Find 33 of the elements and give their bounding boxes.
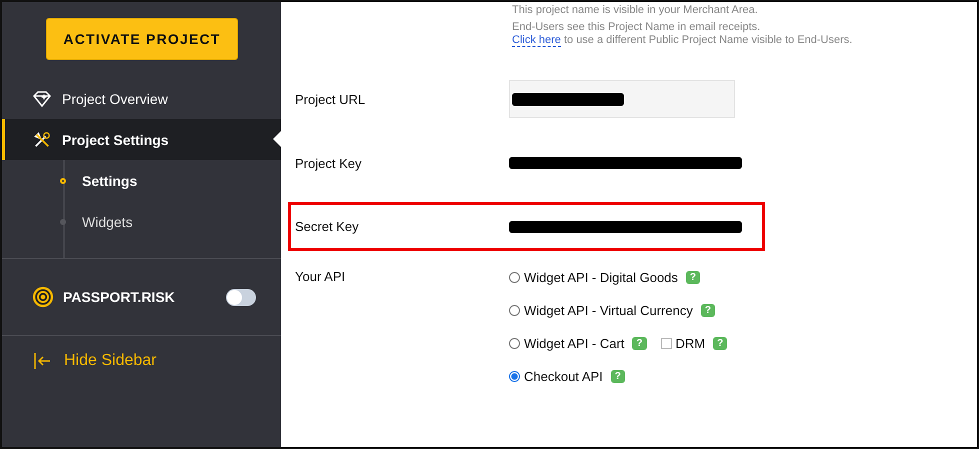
click-here-link[interactable]: Click here bbox=[512, 34, 561, 47]
option-label: DRM bbox=[676, 336, 706, 350]
radio-button[interactable] bbox=[509, 338, 520, 348]
field-label: Your API bbox=[295, 269, 346, 284]
target-icon bbox=[32, 286, 54, 308]
field-label: Project Key bbox=[295, 156, 362, 170]
collapse-arrow-icon bbox=[32, 351, 52, 371]
nav-item[interactable]: Project Settings bbox=[2, 119, 281, 160]
diamond-icon bbox=[32, 90, 52, 108]
radio-button[interactable] bbox=[509, 370, 520, 382]
hint-text: Click here to use a different Public Project Name visible to End-Users. bbox=[512, 34, 854, 47]
submenu-item[interactable]: Settings bbox=[60, 160, 281, 201]
checkbox[interactable] bbox=[660, 338, 672, 348]
option-label: Checkout API bbox=[524, 368, 603, 384]
radio-button[interactable] bbox=[509, 272, 520, 282]
toggle-switch[interactable] bbox=[226, 288, 256, 306]
field-label: Secret Key bbox=[295, 219, 360, 234]
hide-sidebar-link[interactable]: Hide Sidebar bbox=[2, 336, 281, 376]
tools-icon bbox=[32, 130, 52, 148]
passport-risk-label: PASSPORT.RISK bbox=[63, 289, 176, 305]
radio-button[interactable] bbox=[509, 304, 520, 316]
bullet-icon bbox=[60, 218, 66, 224]
url-field[interactable] bbox=[509, 80, 735, 118]
submenu-item[interactable]: Widgets bbox=[60, 201, 281, 242]
bullet-icon bbox=[60, 178, 66, 184]
option-label: Widget API - Cart bbox=[524, 336, 624, 350]
hint-text: End-Users see this Project Name in email receipts. bbox=[512, 21, 762, 34]
field-label: Project URL bbox=[295, 92, 366, 106]
hint-text: This project name is visible in your Merchant Area. bbox=[512, 4, 759, 17]
option-label: Widget API - Virtual Currency bbox=[524, 302, 693, 318]
nav-item[interactable]: Project Overview bbox=[2, 78, 281, 119]
activate-project-button[interactable]: ACTIVATE PROJECT bbox=[46, 18, 238, 60]
option-label: Widget API - Digital Goods bbox=[524, 270, 678, 284]
